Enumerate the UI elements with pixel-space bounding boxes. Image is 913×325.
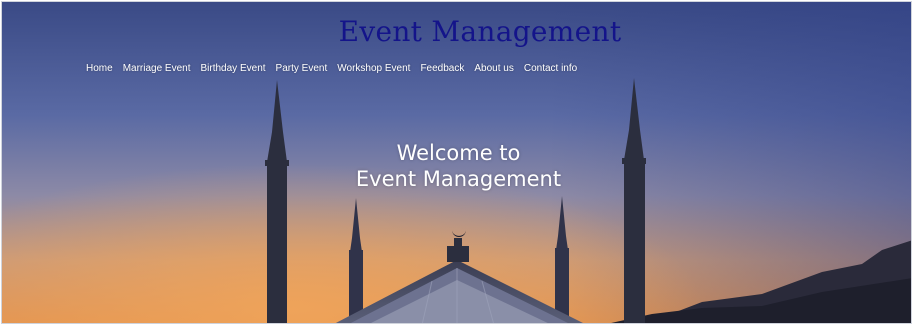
site-title: Event Management [338, 15, 622, 48]
hero-welcome-heading: Welcome to Event Management [2, 140, 911, 192]
nav-item-workshop-event[interactable]: Workshop Event [337, 63, 420, 74]
nav-item-birthday-event[interactable]: Birthday Event [201, 63, 276, 74]
nav-item-contact-info[interactable]: Contact info [524, 63, 587, 74]
nav-item-about-us[interactable]: About us [474, 63, 523, 74]
hero-welcome-line-1: Welcome to [396, 141, 521, 165]
nav-item-marriage-event[interactable]: Marriage Event [123, 63, 201, 74]
main-nav: Home Marriage Event Birthday Event Party… [86, 63, 587, 74]
hero-welcome-line-2: Event Management [355, 167, 562, 191]
nav-item-home[interactable]: Home [86, 63, 123, 74]
page-frame: Event Management Home Marriage Event Bir… [1, 1, 912, 324]
nav-item-feedback[interactable]: Feedback [420, 63, 474, 74]
nav-item-party-event[interactable]: Party Event [276, 63, 338, 74]
